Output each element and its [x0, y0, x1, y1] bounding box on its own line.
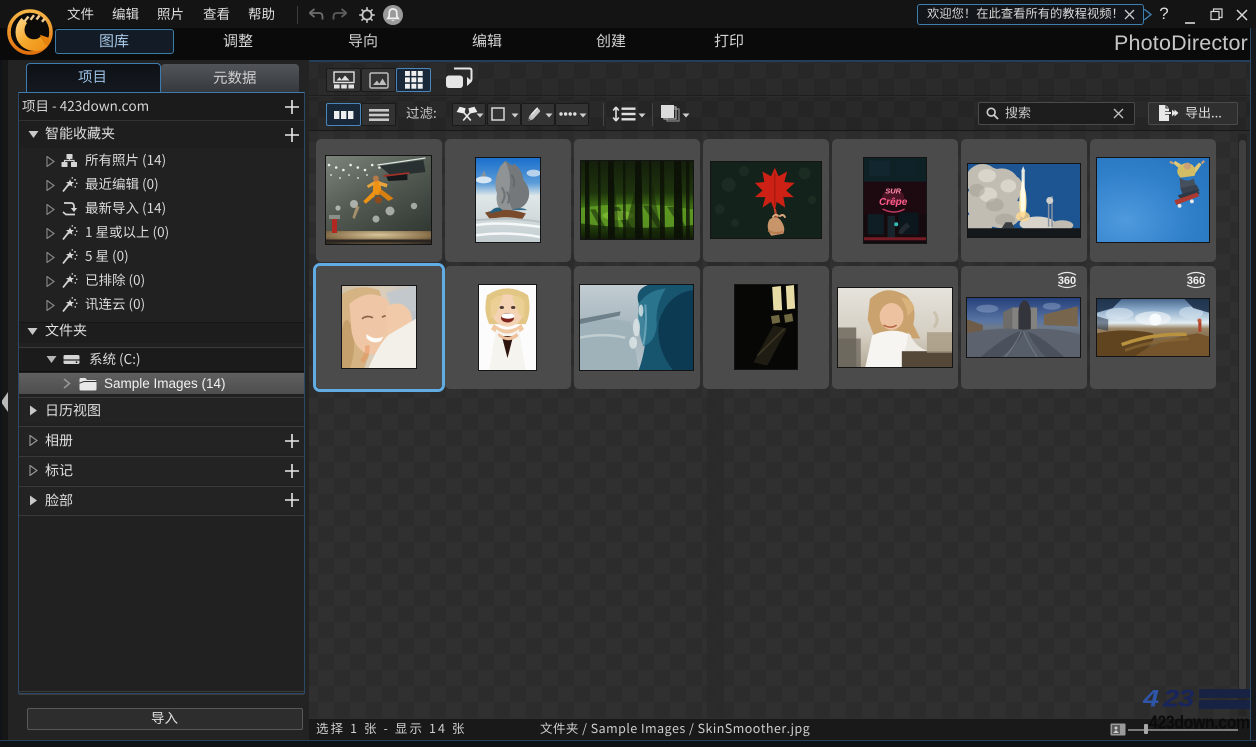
svg-text:SUR: SUR: [885, 187, 901, 196]
svg-text:360: 360: [1187, 275, 1205, 287]
svg-text:Crêpe: Crêpe: [879, 197, 908, 208]
svg-text:360: 360: [1058, 275, 1076, 287]
